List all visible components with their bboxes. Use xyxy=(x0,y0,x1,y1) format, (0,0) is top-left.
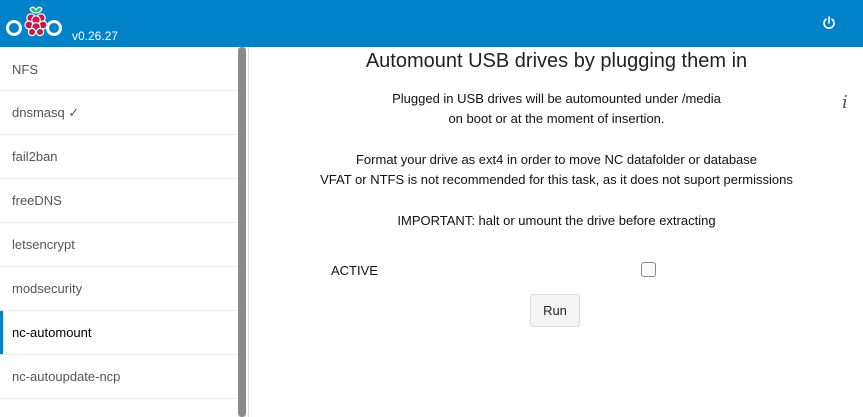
active-checkbox[interactable] xyxy=(641,262,656,277)
top-header: v0.26.27 xyxy=(0,0,863,47)
description-line: VFAT or NTFS is not recommended for this… xyxy=(320,172,793,187)
sidebar-item-freedns[interactable]: freeDNS xyxy=(0,179,248,223)
description-line: on boot or at the moment of insertion. xyxy=(448,111,665,126)
sidebar-item-letsencrypt[interactable]: letsencrypt xyxy=(0,223,248,267)
sidebar-item-nc-autoupdate-ncp[interactable]: nc-autoupdate-ncp xyxy=(0,355,248,399)
sidebar: NFS dnsmasq ✓ fail2ban freeDNS letsencry… xyxy=(0,47,249,417)
sidebar-scroll-thumb[interactable] xyxy=(238,47,246,417)
logo-left-ring xyxy=(6,20,22,36)
sidebar-item-dnsmasq[interactable]: dnsmasq ✓ xyxy=(0,91,248,135)
sidebar-item-modsecurity[interactable]: modsecurity xyxy=(0,267,248,311)
description-line: Format your drive as ext4 in order to mo… xyxy=(355,152,758,167)
sidebar-item-fail2ban[interactable]: fail2ban xyxy=(0,135,248,179)
main-panel: Automount USB drives by plugging them in… xyxy=(250,47,863,417)
power-icon[interactable] xyxy=(822,16,836,30)
version-label: v0.26.27 xyxy=(72,29,119,43)
nextcloudpi-logo[interactable] xyxy=(0,0,68,47)
sidebar-item-nfs[interactable]: NFS xyxy=(0,47,248,91)
sidebar-item-nc-automount[interactable]: nc-automount xyxy=(0,311,248,355)
logo-right-ring xyxy=(46,20,62,36)
run-button[interactable]: Run xyxy=(530,294,580,327)
active-label: ACTIVE xyxy=(331,263,378,278)
page-title: Automount USB drives by plugging them in xyxy=(365,50,748,72)
description-line: Plugged in USB drives will be automounte… xyxy=(392,91,721,106)
sidebar-scrollbar[interactable] xyxy=(238,47,246,417)
raspberry-icon xyxy=(24,6,48,37)
description-line: IMPORTANT: halt or umount the drive befo… xyxy=(397,213,716,228)
